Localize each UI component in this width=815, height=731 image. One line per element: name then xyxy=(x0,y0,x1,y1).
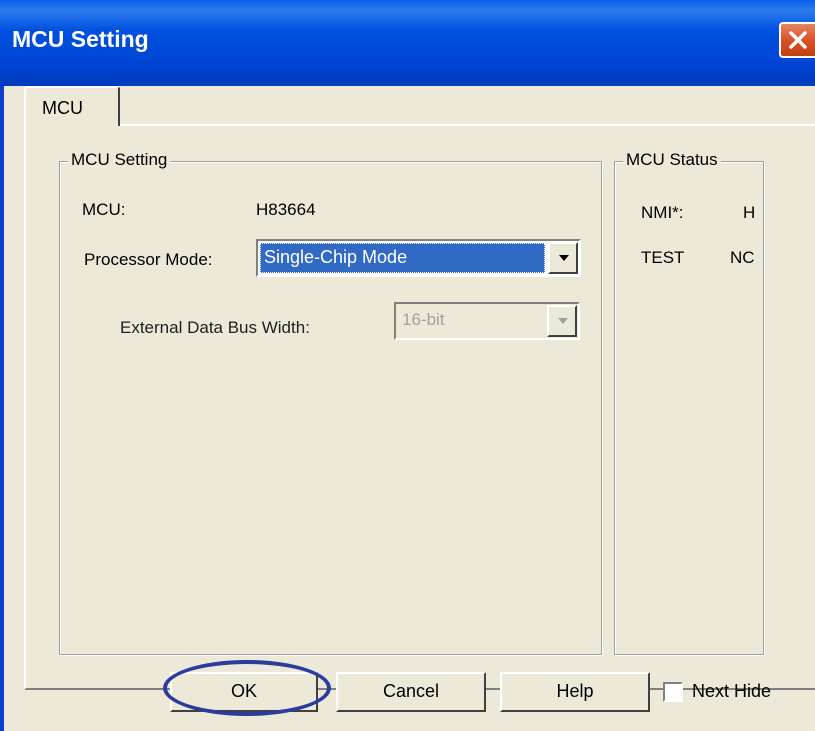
bus-width-select: 16-bit xyxy=(394,302,580,340)
mcu-status-group: MCU Status xyxy=(614,150,764,655)
next-hide-checkbox[interactable] xyxy=(663,682,683,702)
next-hide-label[interactable]: Next Hide xyxy=(692,681,771,702)
processor-mode-select[interactable]: Single-Chip Mode xyxy=(256,239,581,277)
help-button[interactable]: Help xyxy=(500,672,650,712)
status-value-nmi: H xyxy=(743,203,756,222)
group-label: MCU Status xyxy=(623,150,721,170)
chevron-down-icon xyxy=(558,318,568,324)
title-bar[interactable]: MCU Setting xyxy=(0,0,815,86)
bus-width-label: External Data Bus Width: xyxy=(120,318,310,337)
group-label: MCU Setting xyxy=(68,150,171,170)
mcu-setting-group: MCU Setting xyxy=(59,150,602,655)
processor-mode-label: Processor Mode: xyxy=(84,250,213,269)
tab-mcu[interactable]: MCU xyxy=(24,86,120,126)
window-frame xyxy=(0,86,4,731)
window-title: MCU Setting xyxy=(12,26,149,52)
mcu-value: H83664 xyxy=(256,200,316,219)
processor-mode-dropdown-button[interactable] xyxy=(548,242,578,274)
mcu-label: MCU: xyxy=(82,200,126,219)
tab-label: MCU xyxy=(42,98,83,118)
cancel-button[interactable]: Cancel xyxy=(336,672,486,712)
bus-width-value: 16-bit xyxy=(402,310,445,329)
close-icon xyxy=(789,31,807,49)
ok-button[interactable]: OK xyxy=(170,672,318,712)
status-name-test: TEST xyxy=(641,248,685,267)
status-value-test: NC xyxy=(730,248,755,267)
chevron-down-icon xyxy=(559,255,569,261)
status-name-nmi: NMI*: xyxy=(641,203,684,222)
bus-width-dropdown-button xyxy=(547,305,577,337)
close-button[interactable] xyxy=(779,22,815,58)
processor-mode-value: Single-Chip Mode xyxy=(260,243,545,273)
